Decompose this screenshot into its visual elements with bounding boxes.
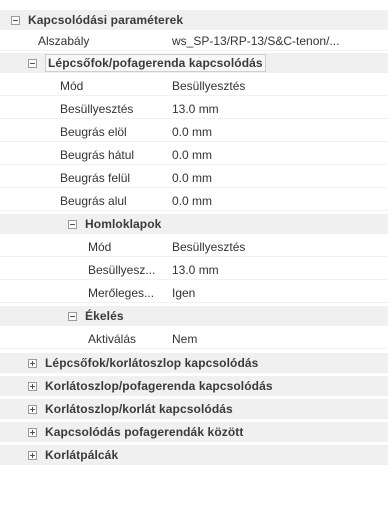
property-value[interactable]: 13.0 mm [172, 263, 372, 277]
section-step-stringer-connection[interactable]: Lépcsőfok/pofagerenda kapcsolódás [0, 53, 388, 73]
property-value[interactable]: Besüllyesztés [172, 240, 372, 254]
section-wedging[interactable]: Ékelés [0, 306, 388, 326]
property-label: Merőleges... [88, 285, 155, 300]
plus-square-icon[interactable] [28, 381, 37, 391]
section-title: Lépcsőfok/pofagerenda kapcsolódás [45, 54, 266, 72]
property-row[interactable]: Beugrás elöl 0.0 mm [0, 122, 388, 142]
property-label: Beugrás elöl [60, 124, 127, 139]
property-row[interactable]: Beugrás alul 0.0 mm [0, 191, 388, 211]
property-value[interactable]: Nem [172, 332, 372, 346]
section-title: Korlátpálcák [45, 448, 119, 462]
property-value[interactable]: 0.0 mm [172, 125, 372, 139]
property-row[interactable]: Beugrás hátul 0.0 mm [0, 145, 388, 165]
section-balusters[interactable]: Korlátpálcák [0, 445, 388, 465]
minus-square-icon[interactable] [68, 219, 77, 229]
section-title: Ékelés [85, 309, 124, 323]
minus-square-icon[interactable] [68, 311, 77, 321]
section-front-faces[interactable]: Homloklapok [0, 214, 388, 234]
property-label: Besüllyesztés [60, 101, 134, 116]
property-label: Aktiválás [88, 331, 137, 346]
property-row-subrule[interactable]: Alszabály ws_SP-13/RP-13/S&C-tenon/... [0, 31, 388, 51]
property-label: Mód [60, 78, 84, 93]
property-row[interactable]: Besüllyesztés 13.0 mm [0, 99, 388, 119]
section-stringer-stringer-connection[interactable]: Kapcsolódás pofagerendák között [0, 422, 388, 442]
minus-square-icon[interactable] [11, 15, 20, 25]
minus-square-icon[interactable] [28, 58, 37, 68]
property-row[interactable]: Aktiválás Nem [0, 329, 388, 349]
section-title: Kapcsolódás pofagerendák között [45, 425, 244, 439]
plus-square-icon[interactable] [28, 450, 37, 460]
section-post-stringer-connection[interactable]: Korlátoszlop/pofagerenda kapcsolódás [0, 376, 388, 396]
property-value[interactable]: ws_SP-13/RP-13/S&C-tenon/... [172, 34, 386, 48]
plus-square-icon[interactable] [28, 427, 37, 437]
section-post-handrail-connection[interactable]: Korlátoszlop/korlát kapcsolódás [0, 399, 388, 419]
property-row[interactable]: Mód Besüllyesztés [0, 237, 388, 257]
property-label: Beugrás alul [60, 193, 127, 208]
section-title: Korlátoszlop/korlát kapcsolódás [45, 402, 233, 416]
property-value[interactable]: Besüllyesztés [172, 79, 372, 93]
section-title: Korlátoszlop/pofagerenda kapcsolódás [45, 379, 273, 393]
plus-square-icon[interactable] [28, 358, 37, 368]
property-value[interactable]: 0.0 mm [172, 171, 372, 185]
property-label: Alszabály [38, 33, 90, 48]
plus-square-icon[interactable] [28, 404, 37, 414]
property-label: Besüllyesz... [88, 262, 156, 277]
properties-panel: Kapcsolódási paraméterek Alszabály ws_SP… [0, 0, 388, 509]
section-title: Kapcsolódási paraméterek [28, 13, 184, 27]
property-label: Beugrás hátul [60, 147, 135, 162]
section-connection-parameters[interactable]: Kapcsolódási paraméterek [0, 10, 388, 30]
section-step-post-connection[interactable]: Lépcsőfok/korlátoszlop kapcsolódás [0, 353, 388, 373]
property-row[interactable]: Merőleges... Igen [0, 283, 388, 303]
property-label: Mód [88, 239, 112, 254]
section-title: Homloklapok [85, 217, 162, 231]
property-value[interactable]: Igen [172, 286, 372, 300]
property-value[interactable]: 0.0 mm [172, 194, 372, 208]
property-value[interactable]: 13.0 mm [172, 102, 372, 116]
section-title: Lépcsőfok/korlátoszlop kapcsolódás [45, 356, 259, 370]
property-row[interactable]: Besüllyesz... 13.0 mm [0, 260, 388, 280]
property-value[interactable]: 0.0 mm [172, 148, 372, 162]
property-row[interactable]: Beugrás felül 0.0 mm [0, 168, 388, 188]
property-row[interactable]: Mód Besüllyesztés [0, 76, 388, 96]
property-label: Beugrás felül [60, 170, 131, 185]
